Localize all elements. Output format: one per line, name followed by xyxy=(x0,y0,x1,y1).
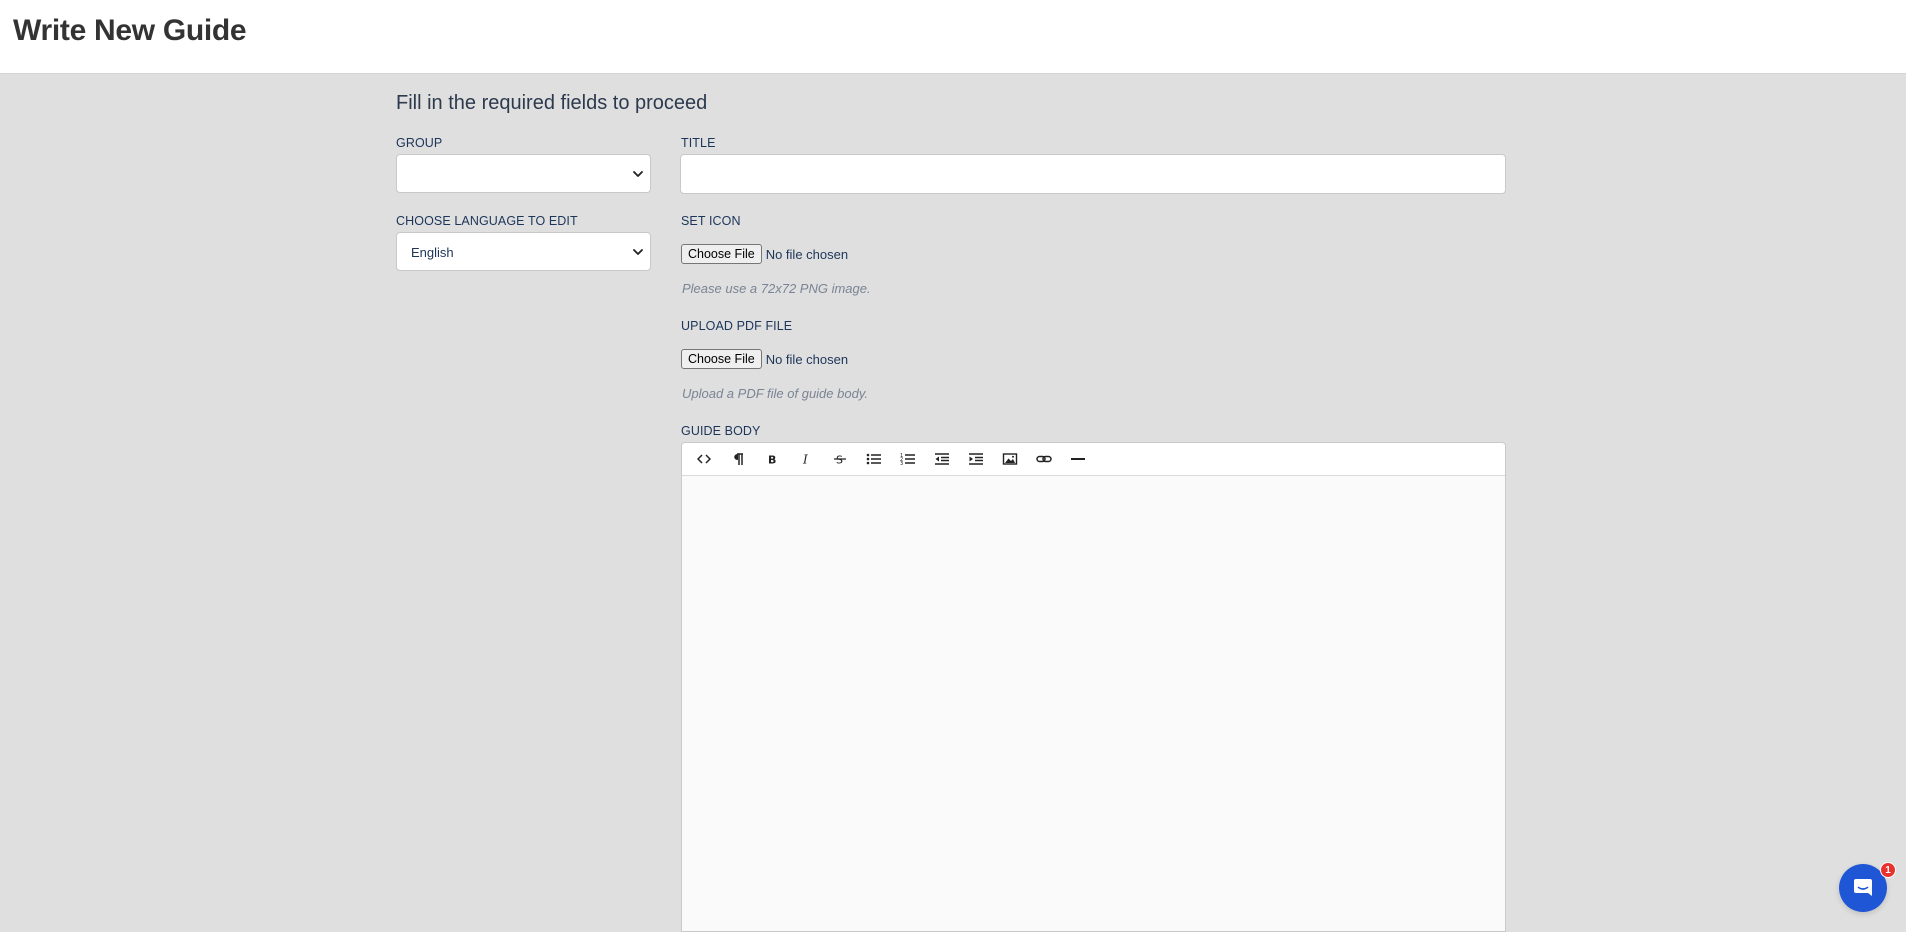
svg-text:B: B xyxy=(768,454,776,467)
title-label: TITLE xyxy=(681,136,716,150)
icon-file-status: No file chosen xyxy=(765,246,849,262)
code-view-icon[interactable] xyxy=(687,446,721,472)
pdf-file-status: No file chosen xyxy=(765,351,849,367)
title-input[interactable] xyxy=(680,154,1506,194)
guide-body-label: GUIDE BODY xyxy=(681,424,761,438)
chevron-down-icon xyxy=(633,249,643,255)
svg-text:3: 3 xyxy=(900,461,903,466)
horizontal-rule-icon[interactable] xyxy=(1061,446,1095,472)
chat-icon xyxy=(1854,879,1872,896)
paragraph-icon[interactable] xyxy=(721,446,755,472)
chat-notification-badge: 1 xyxy=(1880,862,1896,878)
link-icon[interactable] xyxy=(1027,446,1061,472)
pdf-choose-file-button[interactable]: Choose File xyxy=(681,349,762,369)
editor-toolbar: B I S 123 xyxy=(682,443,1505,476)
outdent-icon[interactable] xyxy=(925,446,959,472)
svg-text:S: S xyxy=(836,454,843,467)
language-label: CHOOSE LANGUAGE TO EDIT xyxy=(396,214,578,228)
language-select[interactable]: English xyxy=(396,232,651,271)
upload-pdf-label: UPLOAD PDF FILE xyxy=(681,319,793,333)
bullet-list-icon[interactable] xyxy=(857,446,891,472)
set-icon-label: SET ICON xyxy=(681,214,741,228)
page-title: Write New Guide xyxy=(13,14,247,47)
italic-icon[interactable]: I xyxy=(789,446,823,472)
icon-help-text: Please use a 72x72 PNG image. xyxy=(682,281,871,296)
pdf-file-input: Choose File No file chosen xyxy=(681,348,848,370)
form-subtitle: Fill in the required fields to proceed xyxy=(396,92,708,114)
strikethrough-icon[interactable]: S xyxy=(823,446,857,472)
image-icon[interactable] xyxy=(993,446,1027,472)
group-label: GROUP xyxy=(396,136,443,150)
svg-text:I: I xyxy=(802,453,808,467)
guide-body-textarea[interactable] xyxy=(682,476,1505,931)
chevron-down-icon xyxy=(633,171,643,177)
language-select-value: English xyxy=(411,245,454,260)
pdf-help-text: Upload a PDF file of guide body. xyxy=(682,386,868,401)
icon-choose-file-button[interactable]: Choose File xyxy=(681,244,762,264)
indent-icon[interactable] xyxy=(959,446,993,472)
bold-icon[interactable]: B xyxy=(755,446,789,472)
icon-file-input: Choose File No file chosen xyxy=(681,243,848,265)
page-header: Write New Guide xyxy=(0,0,1906,74)
group-select[interactable] xyxy=(396,154,651,193)
guide-body-editor: B I S 123 xyxy=(681,442,1506,932)
numbered-list-icon[interactable]: 123 xyxy=(891,446,925,472)
